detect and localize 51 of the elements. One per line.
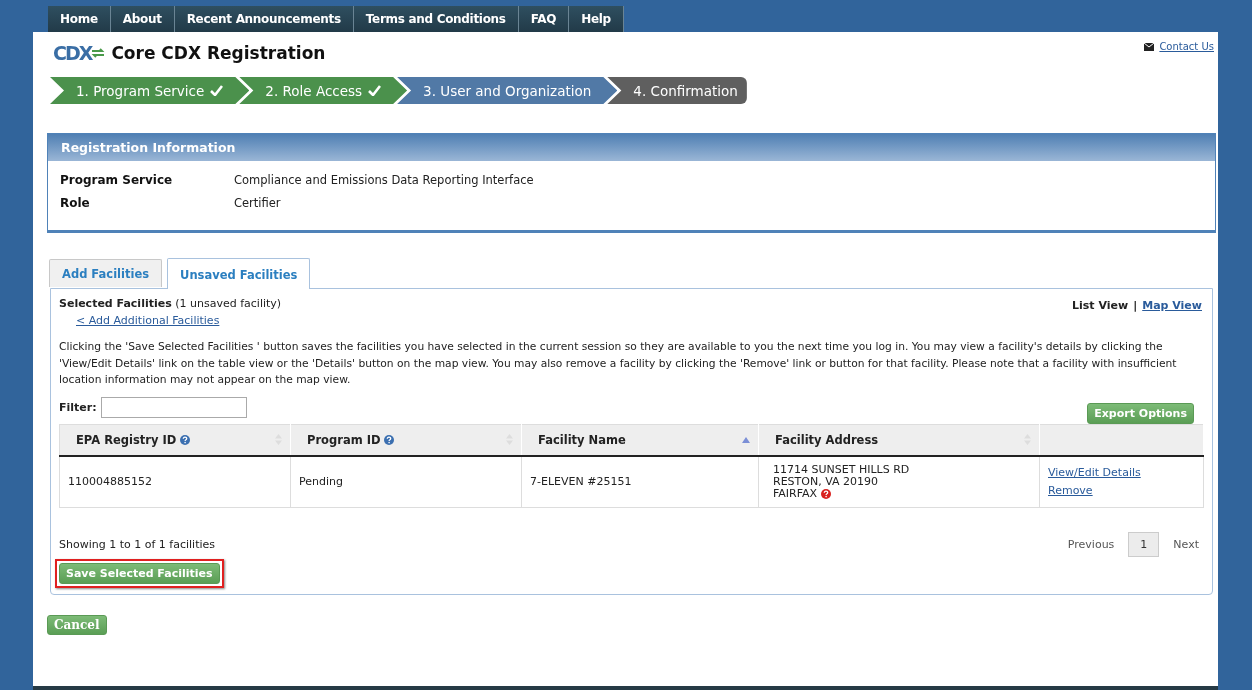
progress-step: 2. Role Access	[239, 77, 408, 104]
field-value: Compliance and Emissions Data Reporting Interface	[234, 173, 535, 187]
help-icon	[384, 434, 395, 445]
field-label: Role	[60, 196, 91, 210]
filter-field[interactable]	[100, 396, 247, 418]
table-cell: 7-ELEVEN #25151	[521, 455, 759, 507]
action-link[interactable]: Remove	[1048, 484, 1195, 497]
action-link[interactable]: View/Edit Details	[1048, 466, 1195, 479]
page-button[interactable]: 1	[1128, 531, 1160, 557]
facility-count: (1 unsaved facility)	[175, 297, 282, 310]
nav-link[interactable]: FAQ	[518, 6, 570, 32]
tab[interactable]: Add Facilities	[49, 259, 163, 287]
sort-ascending-icon	[742, 436, 750, 443]
section-title: Selected Facilities	[59, 297, 172, 310]
warning-icon	[821, 488, 832, 499]
field-label: Program Service	[60, 173, 174, 187]
field-value: Certifier	[234, 196, 282, 210]
table-cell: Pending	[290, 455, 522, 507]
table-cell: 110004885152	[59, 455, 291, 507]
address-line: 11714 SUNSET HILLS RD	[773, 463, 910, 476]
checkmark-icon	[210, 85, 224, 96]
progress-step: 3. User and Organization	[397, 77, 618, 104]
address-line: RESTON, VA 20190	[773, 475, 878, 488]
summary-text: Showing 1 to 1 of 1 facilities	[59, 537, 215, 551]
previous-link[interactable]: Previous	[1067, 537, 1115, 551]
section-header: Registration Information	[48, 134, 1215, 161]
view-link[interactable]: Map View	[1142, 299, 1202, 312]
nav-link[interactable]: Help	[569, 6, 624, 32]
column-header[interactable]: Facility Name	[521, 424, 759, 456]
column-header[interactable]: Facility Address	[758, 424, 1040, 456]
nav-link[interactable]: Terms and Conditions	[353, 6, 519, 32]
envelope-icon	[1144, 42, 1155, 51]
nav-link[interactable]: Recent Announcements	[174, 6, 354, 32]
progress-step: 1. Program Service	[50, 77, 250, 104]
address-line: FAIRFAX	[773, 487, 818, 500]
separator: |	[1133, 299, 1138, 312]
column-header[interactable]: Program ID	[290, 424, 522, 456]
filter-label: Filter:	[59, 400, 97, 414]
instructions-text: Clicking the 'Save Selected Facilities ' button saves the facilities you have selected in the current session so they are available to you the next time you log in. You may view a facility's details by clicking the 'View/Edit Details' link on the table view or the 'Details' button on the map view. You may also remove a facility by clicking the 'Remove' link or button for that facility. Please note that a facility with insufficient location information may not appear on the map view.	[59, 339, 1178, 388]
page-title: Core CDX Registration	[111, 43, 326, 63]
help-icon	[180, 434, 191, 445]
tab[interactable]: Unsaved Facilities	[167, 258, 311, 289]
next-link[interactable]: Next	[1173, 537, 1199, 551]
nav-link[interactable]: About	[110, 6, 175, 32]
contact-link[interactable]: Contact Us	[1159, 41, 1214, 52]
column-header[interactable]: EPA Registry ID	[59, 424, 291, 456]
checkmark-icon	[368, 85, 382, 96]
cdx-logo: CDX	[53, 42, 106, 64]
view-link[interactable]: List View	[1072, 299, 1129, 312]
nav-link[interactable]: Home	[48, 6, 111, 32]
back-link[interactable]: < Add Additional Facilities	[76, 314, 220, 327]
